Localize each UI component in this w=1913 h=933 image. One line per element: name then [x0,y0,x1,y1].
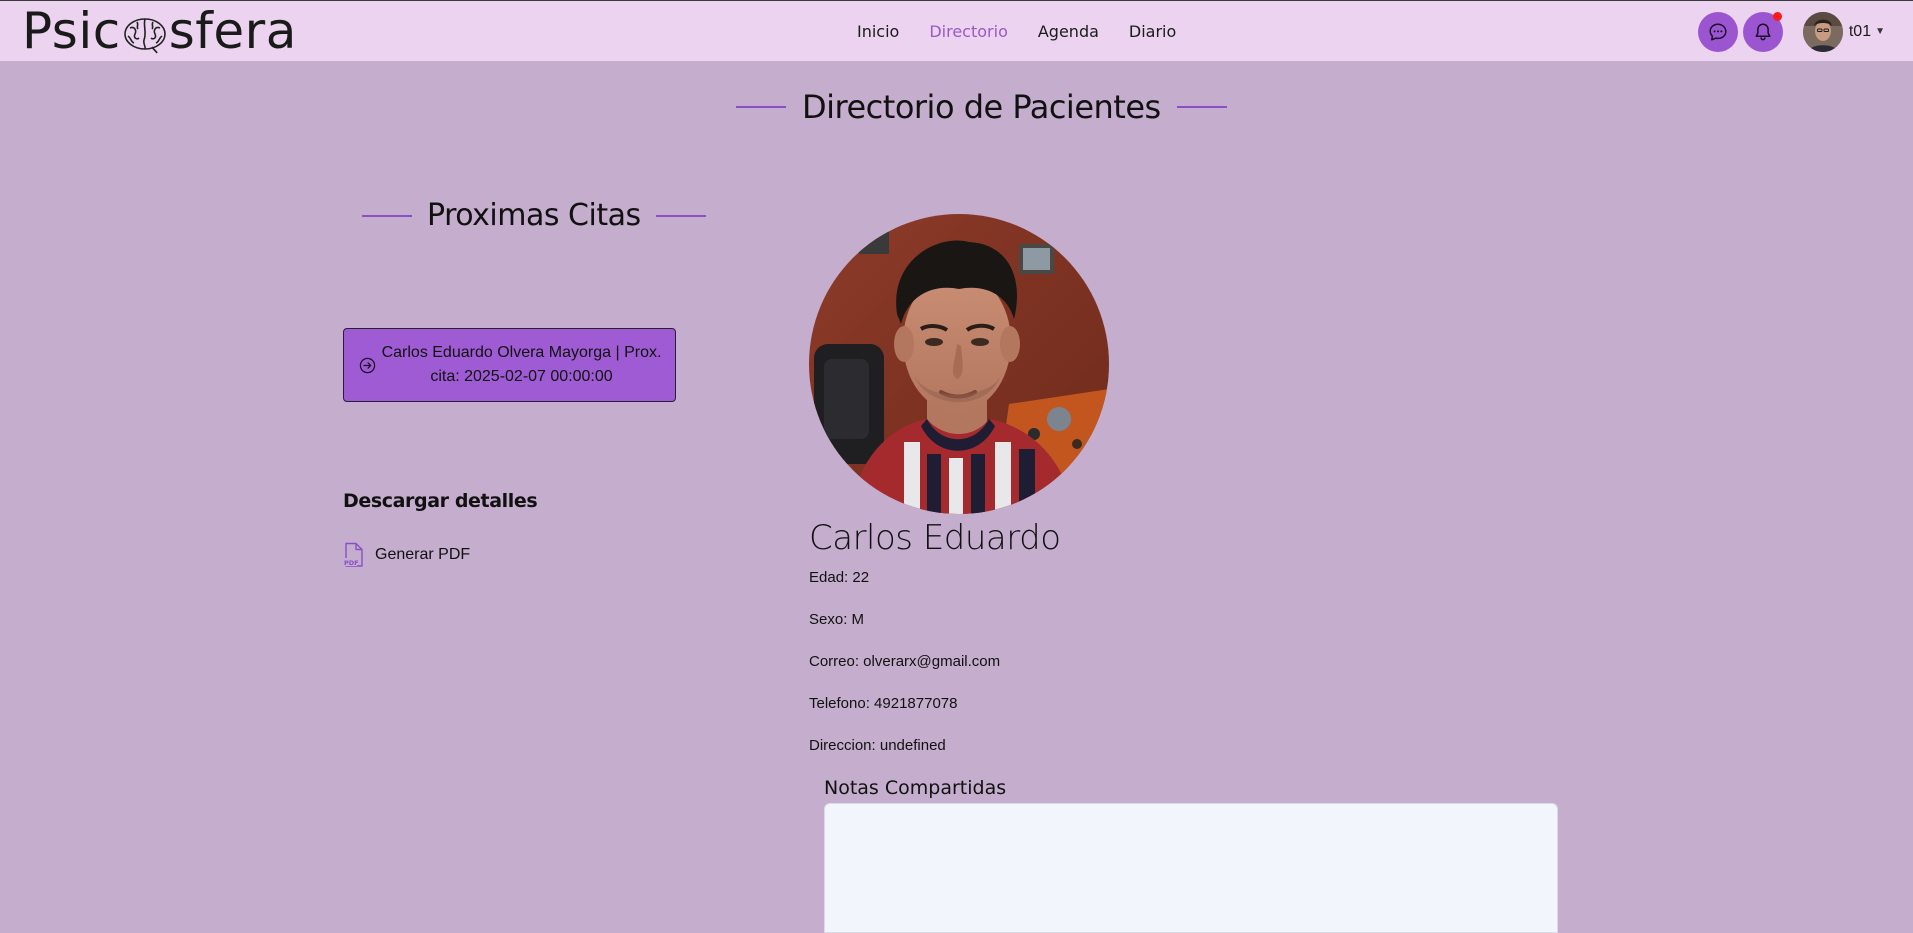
chat-button[interactable] [1697,11,1738,52]
appointments-title: Proximas Citas [362,198,706,233]
brand-name-left: Psic [22,2,121,60]
generate-pdf-button[interactable]: PDF Generar PDF [343,542,470,568]
brand-name-right: sfera [168,2,297,60]
brand-logo[interactable]: Psic sfera [22,3,297,59]
nav-link-diario[interactable]: Diario [1129,22,1176,41]
shared-notes-textarea[interactable] [824,803,1558,933]
page-title: Directorio de Pacientes [736,88,1227,126]
arrow-right-circle-icon [359,357,376,373]
patient-photo-image [809,214,1109,514]
download-heading: Descargar detalles [343,490,538,512]
shared-notes-label: Notas Compartidas [824,777,1007,799]
user-avatar-image [1802,11,1843,52]
notifications-button[interactable] [1742,11,1783,52]
subtitle-rule-right [655,214,706,217]
nav-link-inicio[interactable]: Inicio [857,22,899,41]
patient-phone: Telefono: 4921877078 [809,695,958,712]
generate-pdf-label: Generar PDF [375,546,471,563]
nav-link-directorio[interactable]: Directorio [929,22,1008,41]
patient-name: Carlos Eduardo [809,518,1061,558]
patient-age: Edad: 22 [809,569,870,586]
appointments-title-text: Proximas Citas [427,198,641,233]
brain-icon [123,18,166,54]
title-rule-right [1176,106,1227,108]
nav-actions: t01 ▼ [1693,1,1885,62]
username: t01 [1848,22,1872,40]
patient-sex: Sexo: M [809,611,865,628]
pdf-file-icon: PDF [343,542,363,567]
user-menu[interactable]: t01 ▼ [1802,11,1885,52]
patient-photo [809,214,1109,514]
patient-email: Correo: olverarx@gmail.com [809,653,1001,670]
appointment-text: Carlos Eduardo Olvera Mayorga | Prox. ci… [381,344,662,385]
main-nav: Inicio Directorio Agenda Diario [857,1,1206,62]
chat-bubble-icon [1709,22,1727,41]
bell-icon [1755,22,1771,40]
user-avatar [1802,11,1843,52]
title-rule-left [736,106,786,108]
patient-address: Direccion: undefined [809,737,946,754]
nav-link-agenda[interactable]: Agenda [1038,22,1099,41]
page-title-text: Directorio de Pacientes [802,88,1161,126]
notification-dot [1772,11,1782,21]
navbar: Psic sfera Inicio Directorio Agenda Diar… [0,0,1913,61]
svg-text:PDF: PDF [344,559,359,567]
subtitle-rule-left [362,214,412,217]
appointment-card[interactable]: Carlos Eduardo Olvera Mayorga | Prox. ci… [343,328,676,402]
chevron-down-icon: ▼ [1875,26,1885,37]
